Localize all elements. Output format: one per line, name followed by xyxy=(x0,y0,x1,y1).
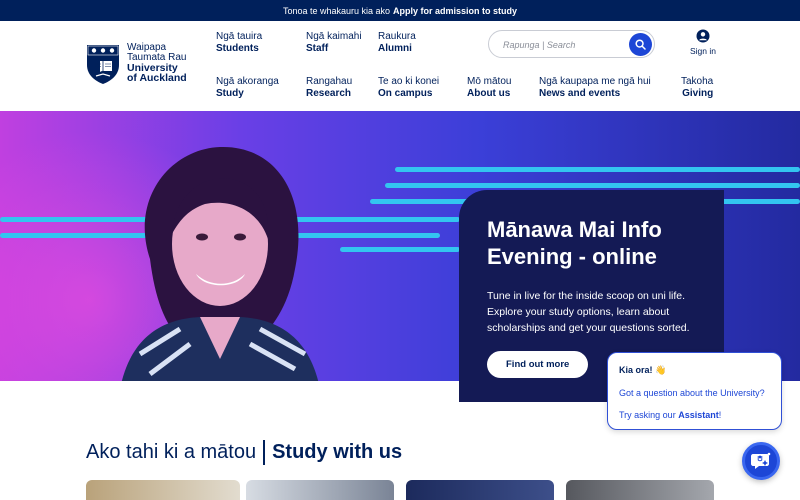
nav-on-campus-en: On campus xyxy=(378,88,433,99)
assistant-chat-icon xyxy=(751,452,771,469)
nav-staff-mi: Ngā kaimahi xyxy=(306,31,362,42)
study-card-image[interactable] xyxy=(566,480,714,500)
nav-staff-en: Staff xyxy=(306,43,329,54)
nav-about-us-en: About us xyxy=(467,88,511,99)
logo-wordmark: Waipapa Taumata Rau University of Auckla… xyxy=(127,43,187,85)
nav-giving-en: Giving xyxy=(682,88,714,99)
nav-on-campus[interactable]: Te ao ki konei On campus xyxy=(378,76,439,100)
site-header: Waipapa Taumata Rau University of Auckla… xyxy=(0,21,800,111)
study-heading: Ako tahi ki a mātou Study with us xyxy=(86,440,402,465)
study-card-image[interactable] xyxy=(246,480,394,500)
nav-alumni-en: Alumni xyxy=(378,43,412,54)
nav-about-us-mi: Mō mātou xyxy=(467,76,512,87)
assistant-link[interactable]: Assistant xyxy=(678,410,719,420)
chat-prompt: Try asking our Assistant! xyxy=(619,410,770,420)
hero-stripe xyxy=(385,183,800,188)
nav-study-en: Study xyxy=(216,88,244,99)
assistant-popup[interactable]: Kia ora! 👋 Got a question about the Univ… xyxy=(607,352,782,430)
nav-students[interactable]: Ngā tauira Students xyxy=(216,31,262,55)
nav-about-us[interactable]: Mō mātou About us xyxy=(467,76,511,100)
nav-research[interactable]: Rangahau Research xyxy=(306,76,352,100)
apply-link[interactable]: Apply for admission to study xyxy=(393,6,517,16)
search-input[interactable] xyxy=(503,37,623,52)
chat-prompt-suffix: ! xyxy=(718,410,722,420)
nav-staff[interactable]: Ngā kaimahi Staff xyxy=(306,31,362,55)
student-photo xyxy=(121,146,319,381)
nav-on-campus-mi: Te ao ki konei xyxy=(378,76,440,87)
heading-divider xyxy=(263,440,266,465)
nav-students-mi: Ngā tauira xyxy=(216,31,263,42)
university-logo[interactable]: Waipapa Taumata Rau University of Auckla… xyxy=(85,43,187,85)
admission-banner: Tonoa te whakauru kia ako Apply for admi… xyxy=(0,0,800,21)
hero-stripe xyxy=(395,167,800,172)
search-box xyxy=(488,30,655,58)
nav-research-mi: Rangahau xyxy=(306,76,353,87)
nav-news-events-mi: Ngā kaupapa me ngā hui xyxy=(539,76,651,87)
find-out-more-button[interactable]: Find out more xyxy=(487,351,589,378)
nav-research-en: Research xyxy=(306,88,352,99)
study-card-image[interactable] xyxy=(406,480,554,500)
event-description: Tune in live for the inside scoop on uni… xyxy=(487,290,690,334)
study-card-image[interactable] xyxy=(86,480,240,500)
nav-news-events[interactable]: Ngā kaupapa me ngā hui News and events xyxy=(539,76,651,100)
nav-alumni-mi: Raukura xyxy=(378,31,416,42)
crest-icon xyxy=(87,45,119,84)
signin-label: Sign in xyxy=(690,46,716,56)
search-button[interactable] xyxy=(629,33,652,56)
nav-giving-mi: Takoha xyxy=(681,76,714,87)
nav-giving[interactable]: Takoha Giving xyxy=(681,76,713,100)
event-title: Mānawa Mai Info Evening - online xyxy=(487,217,662,269)
nav-students-en: Students xyxy=(216,43,259,54)
study-heading-mi: Ako tahi ki a mātou xyxy=(86,441,257,463)
assistant-chat-button[interactable] xyxy=(742,442,780,480)
nav-news-events-en: News and events xyxy=(539,88,621,99)
user-icon xyxy=(696,29,710,43)
nav-study[interactable]: Ngā akoranga Study xyxy=(216,76,279,100)
chat-prompt-prefix: Try asking our xyxy=(619,410,676,420)
search-icon xyxy=(635,39,646,50)
chat-greeting: Kia ora! 👋 xyxy=(619,365,667,375)
hero-stripe xyxy=(370,199,470,204)
chat-question: Got a question about the University? xyxy=(619,388,765,398)
logo-line-4: of Auckland xyxy=(127,72,187,84)
signin-button[interactable]: Sign in xyxy=(688,29,718,56)
hero-stripe xyxy=(340,247,460,252)
study-heading-en: Study with us xyxy=(272,441,403,463)
nav-study-mi: Ngā akoranga xyxy=(216,76,279,87)
nav-alumni[interactable]: Raukura Alumni xyxy=(378,31,416,55)
banner-prefix: Tonoa te whakauru kia ako xyxy=(282,5,391,16)
